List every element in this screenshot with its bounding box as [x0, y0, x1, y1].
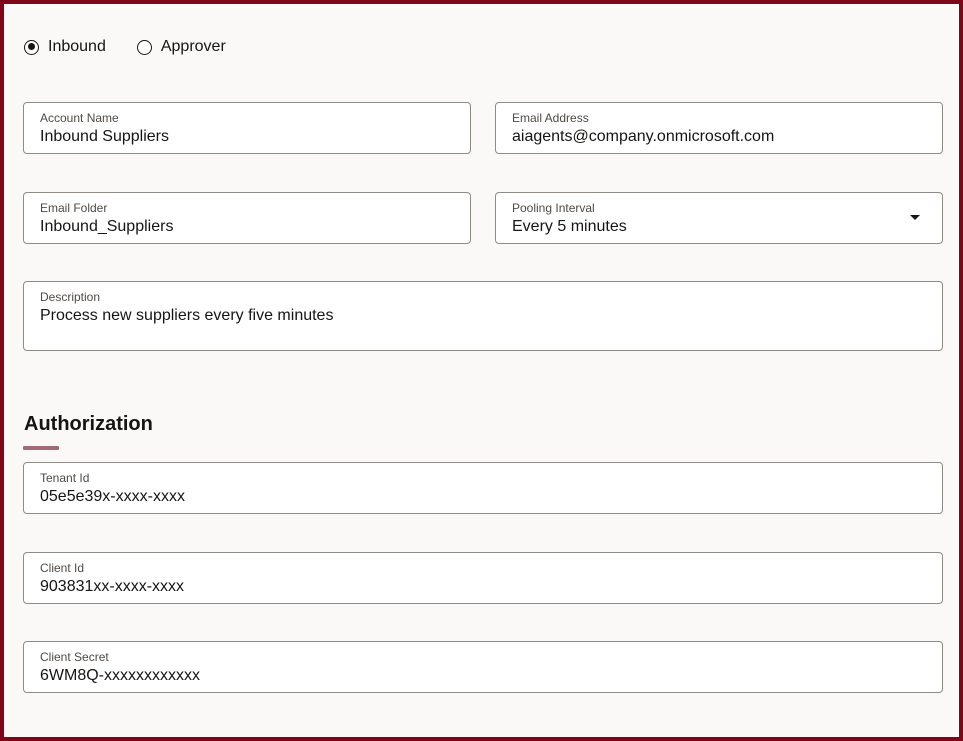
- field-value: aiagents@company.onmicrosoft.com: [512, 128, 775, 145]
- radio-approver[interactable]: Approver: [136, 38, 226, 56]
- field-label: Client Id: [40, 561, 85, 575]
- radio-label: Approver: [160, 38, 226, 55]
- field-label: Account Name: [40, 111, 119, 125]
- field-value: 05e5e39x-xxxx-xxxx: [40, 488, 185, 505]
- field-label: Pooling Interval: [512, 201, 595, 215]
- field-label: Email Address: [512, 111, 589, 125]
- description-textarea[interactable]: Description Process new suppliers every f…: [23, 281, 943, 351]
- radio-unchecked-icon: [136, 39, 152, 55]
- form-panel: Inbound Approver Account Name Inbound Sup…: [4, 4, 959, 737]
- field-value: 6WM8Q-xxxxxxxxxxxx: [40, 667, 200, 684]
- field-value: Inbound Suppliers: [40, 128, 169, 145]
- field-value: Every 5 minutes: [512, 218, 627, 235]
- radio-label: Inbound: [48, 38, 106, 55]
- radio-checked-icon: [24, 39, 39, 55]
- section-heading-authorization: Authorization: [24, 413, 153, 435]
- field-label: Description: [40, 290, 101, 304]
- account-name-field[interactable]: Account Name Inbound Suppliers: [23, 102, 471, 154]
- email-address-field[interactable]: Email Address aiagents@company.onmicrosof…: [495, 102, 943, 154]
- client-secret-field[interactable]: Client Secret 6WM8Q-xxxxxxxxxxxx: [23, 641, 943, 693]
- field-value: 903831xx-xxxx-xxxx: [40, 578, 185, 595]
- client-id-field[interactable]: Client Id 903831xx-xxxx-xxxx: [23, 552, 943, 604]
- chevron-down-icon[interactable]: [910, 215, 920, 220]
- field-label: Tenant Id: [40, 471, 90, 485]
- pooling-interval-select[interactable]: Pooling Interval Every 5 minutes: [495, 192, 943, 244]
- mode-radio-group: Inbound Approver: [24, 38, 257, 56]
- tenant-id-field[interactable]: Tenant Id 05e5e39x-xxxx-xxxx: [23, 462, 943, 514]
- field-label: Client Secret: [40, 650, 109, 664]
- radio-inbound[interactable]: Inbound: [24, 38, 106, 56]
- field-value: Inbound_Suppliers: [40, 218, 174, 235]
- heading-underline: [23, 446, 59, 450]
- field-value: Process new suppliers every five minutes: [40, 307, 334, 324]
- email-folder-field[interactable]: Email Folder Inbound_Suppliers: [23, 192, 471, 244]
- field-label: Email Folder: [40, 201, 108, 215]
